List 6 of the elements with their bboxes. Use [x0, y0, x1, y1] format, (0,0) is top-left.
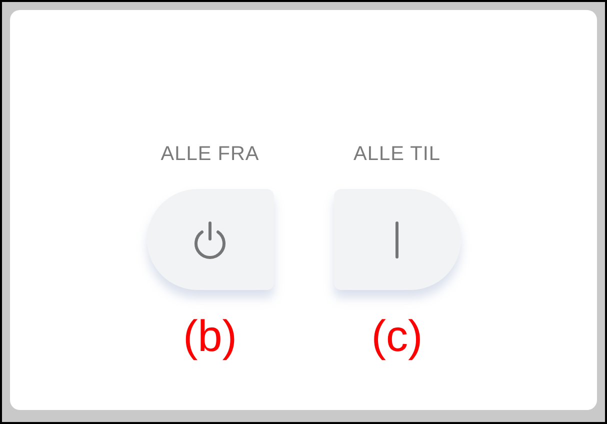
line-icon [394, 220, 400, 260]
button-label: ALLE TIL [353, 142, 441, 167]
annotation-label: (c) [371, 312, 423, 362]
annotation-label: (b) [183, 312, 237, 362]
button-label: ALLE FRA [160, 142, 260, 167]
all-off-button[interactable] [146, 189, 274, 290]
